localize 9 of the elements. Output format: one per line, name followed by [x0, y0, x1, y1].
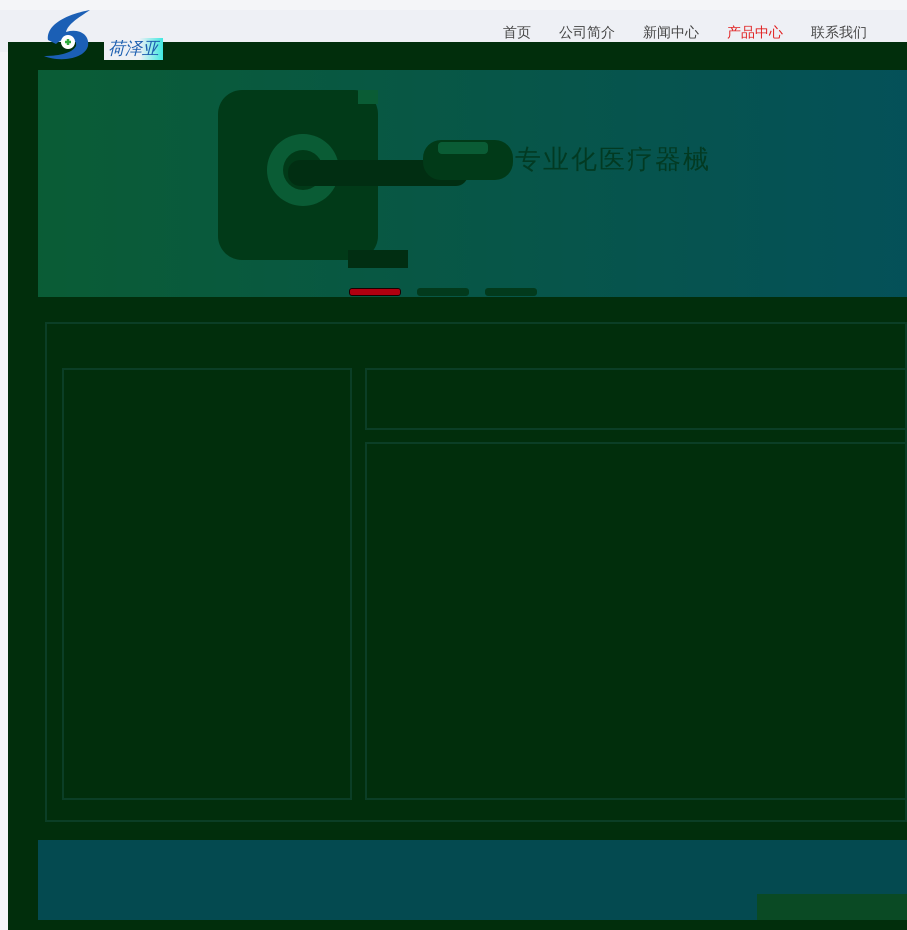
logo-text: 荷泽亚 — [104, 38, 163, 60]
nav-link[interactable]: 联系我们 — [811, 24, 867, 42]
slide-indicator[interactable] — [348, 288, 400, 296]
slide-indicator[interactable] — [484, 288, 536, 296]
slide-indicator[interactable] — [416, 288, 468, 296]
nav-link[interactable]: 新闻中心 — [643, 24, 699, 42]
nav-link[interactable]: 首页 — [503, 24, 531, 42]
nav-link[interactable]: 公司简介 — [559, 24, 615, 42]
nav-link[interactable]: 产品中心 — [727, 24, 783, 42]
